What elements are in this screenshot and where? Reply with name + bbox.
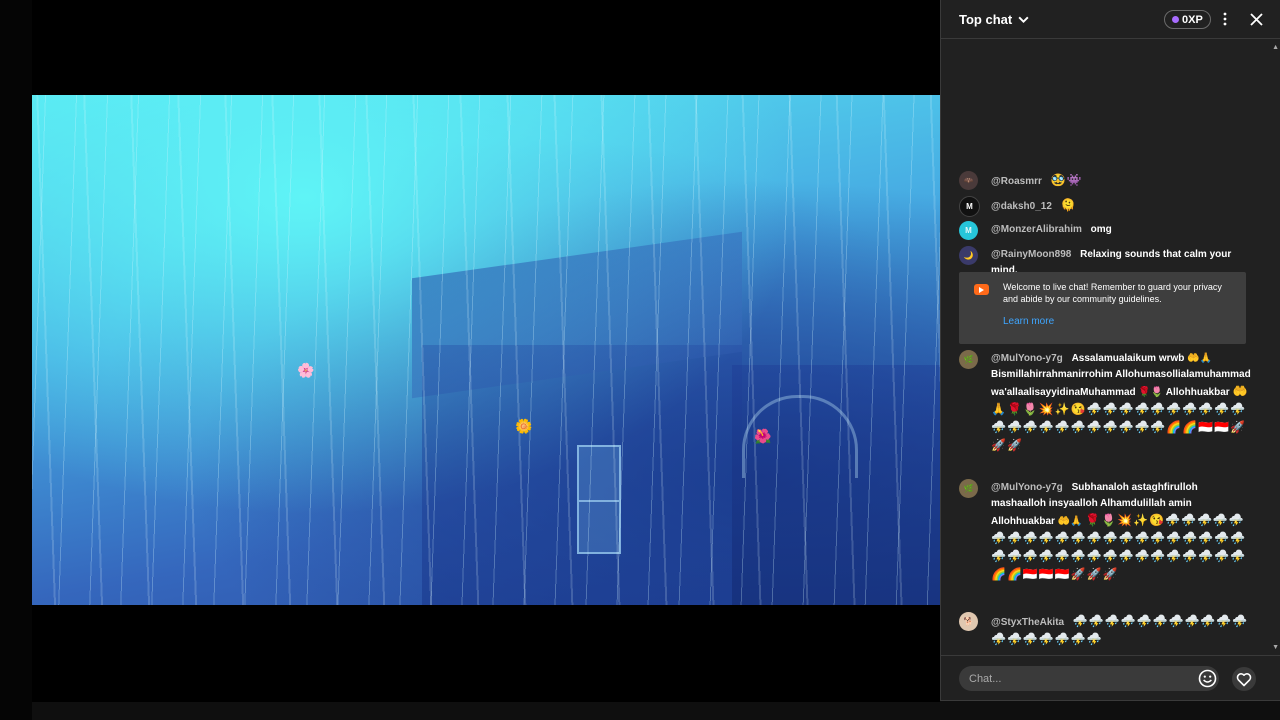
avatar[interactable]: M — [959, 196, 980, 217]
smiley-icon — [1198, 669, 1217, 688]
chat-author[interactable]: @RainyMoon898 — [991, 249, 1071, 260]
avatar[interactable]: 🌿 — [959, 479, 978, 498]
flower-red: 🌺 — [754, 428, 772, 444]
chat-emojis: 🫠 — [1060, 198, 1077, 212]
chat-text: omg — [1090, 224, 1112, 235]
avatar[interactable]: 🌙 — [959, 246, 978, 265]
chat-title-label: Top chat — [959, 11, 1013, 27]
chat-author[interactable]: @StyxTheAkita — [991, 617, 1064, 628]
xp-dot-icon — [1172, 16, 1179, 23]
heart-icon — [1236, 672, 1252, 686]
chevron-down-icon — [1018, 16, 1029, 23]
avatar[interactable]: 🦇 — [959, 171, 978, 190]
chat-emojis: 🥸👾 — [1050, 173, 1083, 187]
video-frame[interactable]: 🌸 🌼 🌺 — [32, 95, 940, 605]
more-vertical-icon — [1223, 12, 1227, 26]
chat-message: 🌿 @MulYono-y7g Assalamualaikum wrwb 🤲🙏 B… — [959, 350, 1251, 455]
avatar[interactable]: 🌿 — [959, 350, 978, 369]
top-chat-dropdown[interactable]: Top chat — [959, 12, 1030, 27]
video-player[interactable]: 🌸 🌼 🌺 — [32, 0, 940, 702]
flower-pink: 🌸 — [297, 362, 315, 378]
avatar[interactable]: M — [959, 221, 978, 240]
welcome-text: Welcome to live chat! Remember to guard … — [1003, 282, 1222, 304]
chat-message: 🦇 @Roasmrr 🥸👾 — [959, 171, 1251, 190]
welcome-banner: Welcome to live chat! Remember to guard … — [959, 272, 1246, 344]
page-left-edge — [0, 0, 32, 720]
avatar[interactable]: 🐕 — [959, 612, 978, 631]
chat-author[interactable]: @daksh0_12 — [991, 201, 1052, 212]
flower-yellow: 🌼 — [515, 418, 533, 434]
youtube-icon — [974, 284, 989, 295]
close-chat-button[interactable] — [1246, 9, 1266, 29]
learn-more-link[interactable]: Learn more — [1003, 316, 1054, 327]
xp-badge-label: 0XP — [1182, 13, 1203, 26]
chat-message: 🌿 @MulYono-y7g Subhanaloh astaghfirulloh… — [959, 479, 1251, 584]
chat-author[interactable]: @MulYono-y7g — [991, 482, 1063, 493]
chat-message: 🐕 @StyxTheAkita ⛈️⛈️⛈️⛈️⛈️⛈️⛈️⛈️⛈️⛈️⛈️⛈️… — [959, 612, 1251, 649]
heart-reaction-button[interactable] — [1232, 667, 1256, 691]
more-options-button[interactable] — [1215, 9, 1235, 29]
live-chat-panel: Top chat 0XP ▲ ▼ 🦇 @Roasmrr 🥸👾 M @daksh0… — [940, 0, 1280, 701]
xp-badge[interactable]: 0XP — [1164, 10, 1211, 29]
chat-input[interactable] — [959, 666, 1219, 691]
chat-message-list: 🦇 @Roasmrr 🥸👾 M @daksh0_12 🫠 M @MonzerAl… — [941, 39, 1280, 654]
chat-message: M @MonzerAlibrahim omg — [959, 221, 1251, 240]
chat-composer — [941, 655, 1280, 701]
chat-header: Top chat 0XP — [941, 0, 1280, 39]
chat-message: M @daksh0_12 🫠 — [959, 196, 1251, 217]
chat-author[interactable]: @MonzerAlibrahim — [991, 224, 1082, 235]
video-rain-overlay — [32, 95, 940, 605]
chat-author[interactable]: @MulYono-y7g — [991, 353, 1063, 364]
emoji-button[interactable] — [1198, 669, 1217, 688]
chat-author[interactable]: @Roasmrr — [991, 176, 1042, 187]
close-icon — [1249, 12, 1263, 26]
